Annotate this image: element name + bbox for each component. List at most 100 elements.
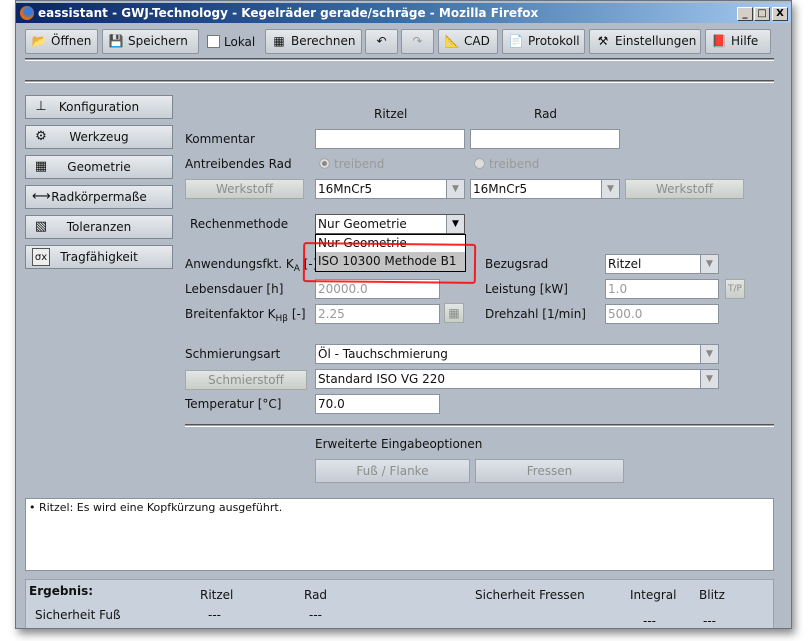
face-load-factor-input[interactable]: 2.25 [315,304,440,324]
redo-icon: ↷ [412,34,423,48]
undo-button[interactable]: ↶ [365,29,398,54]
chevron-down-icon[interactable]: ▼ [700,370,718,388]
open-button[interactable]: 📂 Öffnen [25,29,98,54]
geometry-icon: ▦ [34,159,48,174]
comment-gear-input[interactable] [470,129,620,149]
results-panel: Ergebnis: Ritzel Rad Sicherheit Fressen … [25,579,774,628]
message-item: • Ritzel: Es wird eine Kopfkürzung ausge… [29,501,283,514]
driving-pinion-radio[interactable]: treibend [319,157,384,171]
results-row-root-safety: Sicherheit Fuß [35,608,121,622]
results-header-gear: Rad [304,588,328,602]
calculate-button[interactable]: ▦ Berechnen [265,29,362,54]
material-gear-button[interactable]: Werkstoff [625,179,744,199]
lubrication-type-label: Schmierungsart [185,347,281,361]
driving-gear-radio[interactable]: treibend [474,157,539,171]
material-pinion-button[interactable]: Werkstoff [185,179,304,199]
radio-unselected [474,158,485,169]
lubricant-button[interactable]: Schmierstoff [185,370,307,390]
message-box: • Ritzel: Es wird eine Kopfkürzung ausge… [25,498,774,571]
root-safety-gear: --- [309,608,322,622]
driving-gear-label: Antreibendes Rad [185,157,292,171]
chevron-down-icon[interactable]: ▼ [700,345,718,363]
reference-gear-select[interactable]: Ritzel ▼ [605,254,719,274]
divider [185,424,774,427]
chevron-down-icon[interactable]: ▼ [601,180,619,198]
power-input[interactable]: 1.0 [605,279,719,299]
sidebar-item-tool[interactable]: ⚙ Werkzeug [25,125,173,149]
reference-gear-label: Bezugsrad [485,257,549,271]
temperature-input[interactable]: 70.0 [315,394,440,414]
cad-button[interactable]: 📐 CAD [438,29,498,54]
application-factor-label: Anwendungsfkt. KA [-] [185,257,318,274]
material-gear-select[interactable]: 16MnCr5 ▼ [470,179,620,199]
tools-icon: ⚒ [597,34,609,48]
results-title: Ergebnis: [29,584,94,598]
results-header-pinion: Ritzel [200,588,234,602]
help-button[interactable]: 📕 Hilfe [705,29,771,54]
divider [25,80,774,83]
save-button[interactable]: 💾 Speichern [102,29,199,54]
title-bar: eassistant - GWJ-Technology - Kegelräder… [16,3,791,23]
app-window: eassistant - GWJ-Technology - Kegelräder… [15,0,792,629]
floppy-disk-icon: 💾 [108,34,124,48]
cad-icon: 📐 [444,34,460,48]
load-capacity-icon: σx [32,248,50,266]
torque-power-button[interactable]: T/P [725,279,745,299]
settings-button[interactable]: ⚒ Einstellungen [589,29,701,54]
integral-value: --- [643,614,656,628]
divider [25,58,774,61]
firefox-icon [20,6,34,20]
help-book-icon: 📕 [711,34,727,48]
service-life-label: Lebensdauer [h] [185,282,284,296]
minimize-button[interactable]: _ [737,7,753,21]
sidebar-item-dimensions[interactable]: ⟷ Radkörpermaße [25,185,173,209]
method-label: Rechenmethode [190,217,289,231]
method-select[interactable]: Nur Geometrie ▼ [315,214,465,234]
column-header-pinion: Ritzel [374,107,408,121]
temperature-label: Temperatur [°C] [185,397,282,411]
lubrication-type-select[interactable]: Öl - Tauchschmierung ▼ [315,344,719,364]
chevron-down-icon[interactable]: ▼ [446,180,464,198]
calculator-icon: ▦ [273,34,285,48]
comment-label: Kommentar [185,132,255,146]
speed-input[interactable]: 500.0 [605,304,719,324]
flash-value: --- [703,614,716,628]
chevron-down-icon[interactable]: ▼ [446,215,464,233]
chevron-down-icon[interactable]: ▼ [700,255,718,273]
tool-icon: ⚙ [35,129,47,144]
root-flank-button[interactable]: Fuß / Flanke [315,459,470,483]
sidebar-item-tolerances[interactable]: ▧ Toleranzen [25,215,173,239]
open-folder-icon: 📂 [31,34,47,48]
power-label: Leistung [kW] [485,282,568,296]
redo-button[interactable]: ↷ [401,29,434,54]
sidebar-item-configuration[interactable]: ⊥ Konfiguration [25,95,173,119]
document-icon: 📄 [508,34,524,48]
dimensions-icon: ⟷ [32,189,51,204]
calculator-icon: ▦ [448,306,460,320]
face-load-factor-label: Breitenfaktor KHβ [-] [185,307,306,324]
checkbox-box[interactable] [207,35,220,48]
scuffing-button[interactable]: Fressen [475,459,624,483]
sidebar-item-geometry[interactable]: ▦ Geometrie [25,155,173,179]
tolerances-icon: ▧ [34,219,48,234]
speed-label: Drehzahl [1/min] [485,307,586,321]
maximize-button[interactable]: □ [754,7,770,21]
results-header-integral: Integral [630,588,677,602]
root-safety-pinion: --- [208,608,221,622]
local-checkbox[interactable]: Lokal [207,34,255,50]
calculator-button[interactable]: ▦ [444,303,464,323]
results-header-flash: Blitz [699,588,725,602]
red-annotation-box [302,242,477,284]
comment-pinion-input[interactable] [315,129,465,149]
protocol-button[interactable]: 📄 Protokoll [502,29,585,54]
material-pinion-select[interactable]: 16MnCr5 ▼ [315,179,465,199]
lubricant-select[interactable]: Standard ISO VG 220 ▼ [315,369,719,389]
window-title: eassistant - GWJ-Technology - Kegelräder… [38,6,539,20]
close-button[interactable]: X [772,7,788,21]
extended-options-label: Erweiterte Eingabeoptionen [315,437,483,451]
configuration-icon: ⊥ [35,99,47,114]
results-header-scuffing: Sicherheit Fressen [475,588,585,602]
radio-selected [319,158,330,169]
undo-icon: ↶ [376,34,387,48]
sidebar-item-load-capacity[interactable]: σx Tragfähigkeit [25,245,173,269]
